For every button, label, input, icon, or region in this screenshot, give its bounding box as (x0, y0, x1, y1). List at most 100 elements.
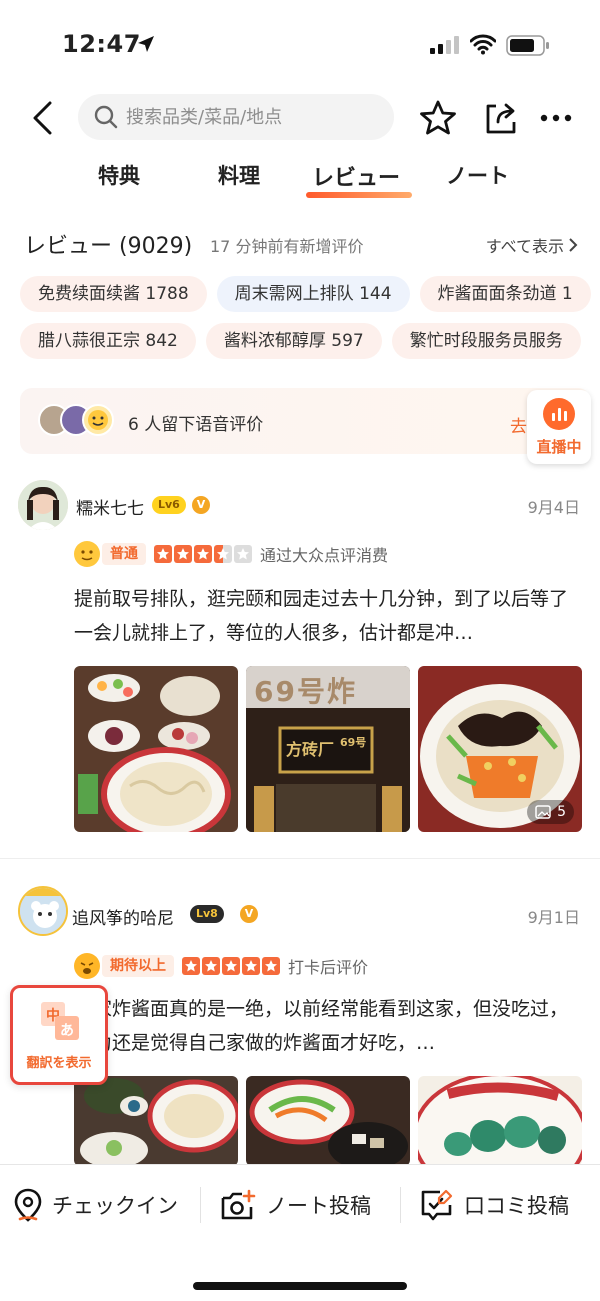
review-header: レビュー (9029) 17 分钟前有新增评价 すべて表示 (0, 228, 600, 260)
image-icon (535, 805, 551, 819)
tab-reviews[interactable]: レビュー (312, 160, 400, 192)
review-text[interactable]: 提前取号排队，逛完颐和园走过去十几分钟，到了以后等了一会儿就排上了，等位的人很多… (74, 582, 582, 650)
voice-avatars (38, 404, 138, 438)
level-badge: Lv6 (152, 496, 186, 514)
more-button[interactable] (536, 98, 576, 138)
live-label: 直播中 (536, 438, 582, 456)
search-icon (94, 105, 118, 129)
star-rating (154, 545, 252, 563)
review-photo[interactable] (74, 1076, 238, 1166)
avatar[interactable] (18, 480, 68, 530)
note-post-button[interactable]: ノート投稿 (220, 1185, 371, 1225)
half-star-icon (214, 545, 232, 563)
star-icon (262, 957, 280, 975)
avatar[interactable] (18, 886, 68, 936)
tab-dishes[interactable]: 料理 (218, 160, 260, 190)
star-icon (154, 545, 172, 563)
tag-chip[interactable]: 腊八蒜很正宗 842 (20, 323, 196, 359)
rating-row: 普通 通过大众点评消费 (74, 540, 388, 568)
username[interactable]: 追风筝的哈尼 (72, 904, 174, 929)
review-photo[interactable] (246, 1076, 410, 1166)
verified-icon: V (240, 905, 258, 923)
cellular-signal-icon (430, 36, 459, 54)
username[interactable]: 糯米七七 (76, 494, 144, 519)
chevron-left-icon (33, 101, 52, 135)
search-box[interactable] (78, 94, 394, 140)
camera-plus-icon (221, 1189, 256, 1220)
app-root: 12:47 搜索品类/菜品/地点 特典 料理 レビュー ノート レビュー (90… (0, 0, 600, 1301)
live-badge[interactable]: 直播中 (527, 390, 591, 464)
chevron-right-icon (569, 238, 578, 252)
status-time: 12:47 (62, 30, 141, 58)
tag-chips-row-1: 免费续面续酱 1788 周末需网上排队 144 炸酱面面条劲道 1 (20, 276, 600, 314)
svg-text:あ: あ (60, 1023, 74, 1039)
rating-tag: 普通 (102, 543, 146, 565)
share-icon (486, 103, 516, 134)
search-input[interactable] (126, 106, 376, 128)
location-arrow-icon (138, 36, 154, 52)
review-photo[interactable]: 69号炸 方砖厂 69号 (246, 666, 410, 832)
translate-label: 翻訳を表示 (26, 1056, 92, 1071)
see-all-link[interactable]: すべて表示 (486, 233, 578, 257)
tag-chip[interactable]: 繁忙时段服务员服务 (391, 323, 581, 359)
live-bars-icon (543, 398, 575, 430)
avatar (82, 404, 114, 436)
separator (200, 1187, 201, 1223)
tab-notes[interactable]: ノート (446, 160, 509, 190)
review-photo[interactable] (74, 666, 238, 832)
see-all-label: すべて表示 (485, 237, 564, 256)
rating-source: 打卡后评价 (288, 958, 369, 977)
tag-chip[interactable]: 酱料浓郁醇厚 597 (205, 323, 382, 359)
translate-button[interactable]: 中 あ 翻訳を表示 (10, 985, 108, 1085)
tag-chip[interactable]: 免费续面续酱 1788 (20, 276, 207, 312)
review-photos (74, 1076, 582, 1166)
note-post-label: ノート投稿 (266, 1194, 371, 1218)
star-outline-icon (420, 100, 456, 135)
shop-sign: 方砖厂 (286, 740, 335, 759)
review-date: 9月4日 (527, 498, 580, 517)
favorite-button[interactable] (418, 98, 458, 138)
review-date: 9月1日 (527, 908, 580, 927)
tag-chip[interactable]: 炸酱面面条劲道 1 (419, 276, 591, 312)
verified-icon: V (192, 496, 210, 514)
more-dots-icon (540, 114, 572, 122)
star-icon (222, 957, 240, 975)
back-button[interactable] (22, 96, 62, 140)
tab-bar: 特典 料理 レビュー ノート (0, 160, 600, 206)
photo-count-badge: 5 (527, 800, 574, 824)
review-count-title: レビュー (9029) (24, 234, 193, 259)
tab-offers[interactable]: 特典 (98, 160, 140, 190)
rating-source: 通过大众点评消费 (260, 546, 389, 565)
review-photos: 69号炸 方砖厂 69号 5 (74, 666, 582, 832)
review-post-label: 口コミ投稿 (464, 1194, 569, 1218)
voice-review-banner[interactable]: 6 人留下语音评价 去听听 (20, 388, 590, 454)
voice-review-count: 6 人留下语音评价 (128, 415, 264, 435)
status-bar: 12:47 (0, 0, 600, 90)
top-nav (0, 90, 600, 146)
level-badge: Lv8 (190, 905, 224, 923)
star-icon (194, 545, 212, 563)
review-card: 糯米七七 Lv6 V 9月4日 普通 通过大众点评消费 提前取号排队，逛完颐和园… (0, 478, 600, 848)
tag-chip[interactable]: 周末需网上排队 144 (216, 276, 410, 312)
review-text[interactable]: 这家炸酱面真的是一绝，以前经常能看到这家，但没吃过，因为还是觉得自己家做的炸酱面… (74, 992, 582, 1060)
rating-row: 期待以上 打卡后评价 (74, 952, 368, 980)
checkin-button[interactable]: チェックイン (14, 1185, 178, 1225)
location-pin-icon (14, 1188, 42, 1222)
review-divider (0, 858, 600, 859)
share-button[interactable] (480, 98, 520, 138)
star-icon (174, 545, 192, 563)
active-tab-indicator (306, 192, 412, 198)
star-icon (182, 957, 200, 975)
checkin-label: チェックイン (52, 1194, 178, 1218)
review-update-note: 17 分钟前有新增评价 (210, 237, 364, 256)
star-icon (202, 957, 220, 975)
separator (400, 1187, 401, 1223)
star-rating (182, 957, 280, 975)
review-photo[interactable]: 5 (418, 666, 582, 832)
review-photo[interactable] (418, 1076, 582, 1166)
wifi-icon (470, 34, 496, 55)
excited-face-icon (74, 953, 100, 979)
photo-count: 5 (557, 804, 566, 820)
review-post-button[interactable]: 口コミ投稿 (420, 1185, 569, 1225)
storefront-sign: 69号炸 (254, 675, 357, 708)
